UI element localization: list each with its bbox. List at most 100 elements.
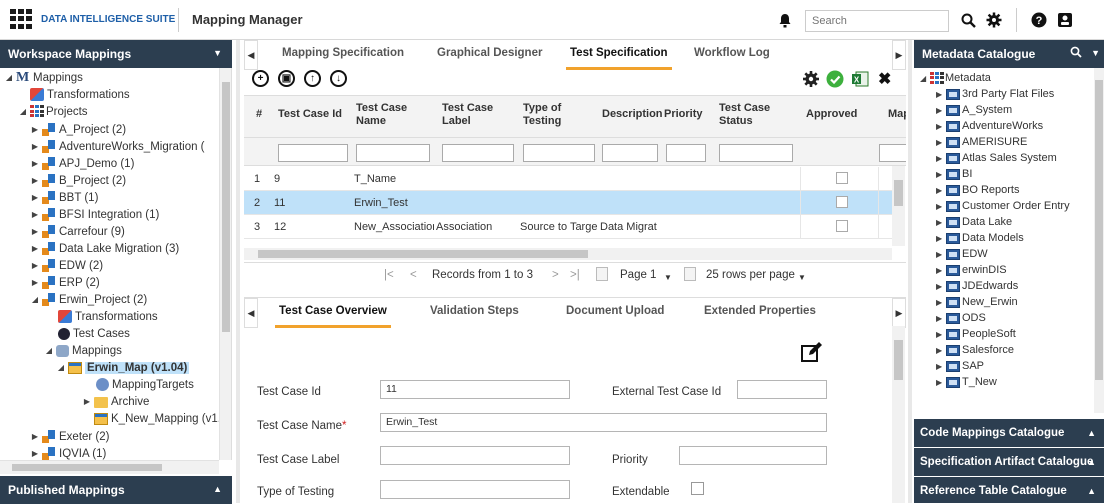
tree-node[interactable]: ▶ Archive bbox=[82, 393, 149, 410]
tab-graphical-designer[interactable]: Graphical Designer bbox=[437, 47, 542, 59]
left-vertical-scrollbar[interactable] bbox=[219, 68, 231, 460]
collapse-icon[interactable]: ▶ bbox=[936, 202, 946, 211]
test-case-name-field[interactable]: Erwin_Test bbox=[380, 413, 827, 432]
page-number[interactable]: Page 1 bbox=[620, 269, 656, 281]
collapse-icon[interactable]: ▶ bbox=[30, 210, 40, 219]
metadata-catalogue-header[interactable]: Metadata Catalogue ▼ bbox=[914, 40, 1104, 68]
catalog-item[interactable]: ▶ Data Lake bbox=[936, 214, 1012, 230]
collapse-icon[interactable]: ▶ bbox=[936, 234, 946, 243]
excel-export-icon[interactable]: X bbox=[851, 70, 869, 88]
collapse-icon[interactable]: ▶ bbox=[936, 266, 946, 275]
catalog-item[interactable]: ▶ BI bbox=[936, 166, 972, 182]
catalog-item[interactable]: ▶ A_System bbox=[936, 102, 1012, 118]
filter-input[interactable] bbox=[442, 144, 514, 162]
tree-node[interactable]: MappingTargets bbox=[94, 376, 194, 393]
workspace-mappings-header[interactable]: Workspace Mappings ▼ bbox=[0, 40, 232, 68]
tree-node[interactable]: ◢ M Mappings bbox=[4, 69, 83, 86]
column-header[interactable]: Test Case Label bbox=[442, 102, 502, 128]
filter-input[interactable] bbox=[356, 144, 430, 162]
search-input[interactable] bbox=[805, 10, 949, 32]
collapse-icon[interactable]: ▶ bbox=[30, 193, 40, 202]
tree-node[interactable]: K_New_Mapping (v1. bbox=[82, 410, 221, 427]
extendable-checkbox[interactable] bbox=[691, 482, 704, 495]
type-of-testing-field[interactable] bbox=[380, 480, 570, 499]
caret-down-icon[interactable]: ▼ bbox=[1091, 48, 1100, 58]
tree-node[interactable]: Transformations bbox=[56, 308, 158, 325]
app-grid-icon[interactable] bbox=[10, 9, 32, 29]
filter-input[interactable] bbox=[602, 144, 658, 162]
collapse-icon[interactable]: ▶ bbox=[30, 449, 40, 458]
approved-checkbox[interactable] bbox=[836, 196, 848, 208]
catalog-item[interactable]: ▶ EDW bbox=[936, 246, 988, 262]
tree-node[interactable]: ▶ APJ_Demo (1) bbox=[30, 155, 134, 172]
tab-scroll-left-icon[interactable]: ◀ bbox=[244, 40, 258, 70]
expand-icon[interactable]: ◢ bbox=[920, 74, 930, 83]
specification-artifact-catalogue-header[interactable]: Specification Artifact Catalogue ▲ bbox=[914, 448, 1104, 476]
catalog-item[interactable]: ▶ T_New bbox=[936, 374, 997, 390]
collapse-icon[interactable]: ▶ bbox=[30, 176, 40, 185]
tree-node[interactable]: ◢ Projects bbox=[18, 103, 88, 120]
collapse-icon[interactable]: ▶ bbox=[936, 314, 946, 323]
delete-icon[interactable]: ✖ bbox=[878, 69, 891, 89]
approve-icon[interactable] bbox=[826, 70, 844, 88]
caret-down-icon[interactable]: ▼ bbox=[213, 48, 222, 58]
detail-vertical-scrollbar[interactable] bbox=[892, 326, 905, 503]
test-case-label-field[interactable] bbox=[380, 446, 570, 465]
catalogue-search-icon[interactable] bbox=[1070, 46, 1082, 61]
move-up-icon[interactable]: ↑ bbox=[304, 70, 321, 87]
collapse-icon[interactable]: ▶ bbox=[30, 432, 40, 441]
column-header[interactable]: Map bbox=[888, 108, 906, 121]
caret-up-icon[interactable]: ▲ bbox=[1087, 457, 1096, 467]
approved-checkbox[interactable] bbox=[836, 220, 848, 232]
splitter[interactable] bbox=[236, 40, 240, 503]
tab-mapping-specification[interactable]: Mapping Specification bbox=[282, 47, 404, 59]
tab-workflow-log[interactable]: Workflow Log bbox=[694, 47, 770, 59]
collapse-icon[interactable]: ▶ bbox=[936, 282, 946, 291]
caret-up-icon[interactable]: ▲ bbox=[1087, 486, 1096, 496]
expand-icon[interactable]: ◢ bbox=[56, 363, 66, 372]
suite-name[interactable]: DATA INTELLIGENCE SUITE bbox=[41, 14, 175, 25]
tab-document-upload[interactable]: Document Upload bbox=[566, 305, 664, 317]
collapse-icon[interactable]: ▶ bbox=[936, 170, 946, 179]
catalog-item[interactable]: ▶ 3rd Party Flat Files bbox=[936, 86, 1054, 102]
tree-node[interactable]: ▶ IQVIA (1) bbox=[30, 445, 106, 460]
filter-input[interactable] bbox=[666, 144, 706, 162]
test-case-id-field[interactable]: 11 bbox=[380, 380, 570, 399]
splitter[interactable] bbox=[908, 40, 912, 503]
tree-node[interactable]: ▶ Data Lake Migration (3) bbox=[30, 240, 179, 257]
move-down-icon[interactable]: ↓ bbox=[330, 70, 347, 87]
prev-page-icon[interactable]: < bbox=[410, 269, 417, 281]
collapse-icon[interactable]: ▶ bbox=[936, 362, 946, 371]
tree-node[interactable]: ▶ ERP (2) bbox=[30, 274, 100, 291]
copy-icon[interactable]: ▣ bbox=[278, 70, 295, 87]
column-header[interactable]: Test Case Name bbox=[356, 102, 416, 128]
expand-icon[interactable]: ◢ bbox=[30, 295, 40, 304]
table-row[interactable]: 1 9 T_Name bbox=[244, 167, 892, 191]
collapse-icon[interactable]: ▶ bbox=[936, 346, 946, 355]
reference-table-catalogue-header[interactable]: Reference Table Catalogue ▲ bbox=[914, 477, 1104, 503]
catalog-item[interactable]: ▶ ODS bbox=[936, 310, 986, 326]
caret-up-icon[interactable]: ▲ bbox=[1087, 428, 1096, 438]
tree-node[interactable]: ▶ Carrefour (9) bbox=[30, 223, 125, 240]
collapse-icon[interactable]: ▶ bbox=[936, 122, 946, 131]
catalog-item[interactable]: ▶ AdventureWorks bbox=[936, 118, 1043, 134]
left-horizontal-scrollbar[interactable] bbox=[0, 460, 219, 474]
external-test-case-id-field[interactable] bbox=[737, 380, 827, 399]
user-icon[interactable] bbox=[1056, 11, 1074, 29]
bell-icon[interactable] bbox=[776, 11, 794, 29]
tab-scroll-right-icon[interactable]: ▶ bbox=[892, 40, 906, 70]
collapse-icon[interactable]: ▶ bbox=[936, 106, 946, 115]
grid-horizontal-scrollbar[interactable] bbox=[244, 248, 892, 260]
edit-icon[interactable] bbox=[801, 341, 823, 363]
tree-node[interactable]: ▶ BFSI Integration (1) bbox=[30, 206, 159, 223]
collapse-icon[interactable]: ▶ bbox=[936, 138, 946, 147]
grid-vertical-scrollbar[interactable] bbox=[892, 166, 905, 246]
tree-node[interactable]: ▶ BBT (1) bbox=[30, 189, 98, 206]
gear-icon[interactable] bbox=[985, 11, 1003, 29]
table-row-selected[interactable]: 2 11 Erwin_Test bbox=[244, 191, 892, 215]
collapse-icon[interactable]: ▶ bbox=[30, 142, 40, 151]
collapse-icon[interactable]: ▶ bbox=[30, 278, 40, 287]
help-icon[interactable]: ? bbox=[1030, 11, 1048, 29]
caret-up-icon[interactable]: ▲ bbox=[213, 484, 222, 494]
tree-node[interactable]: ▶ B_Project (2) bbox=[30, 172, 126, 189]
